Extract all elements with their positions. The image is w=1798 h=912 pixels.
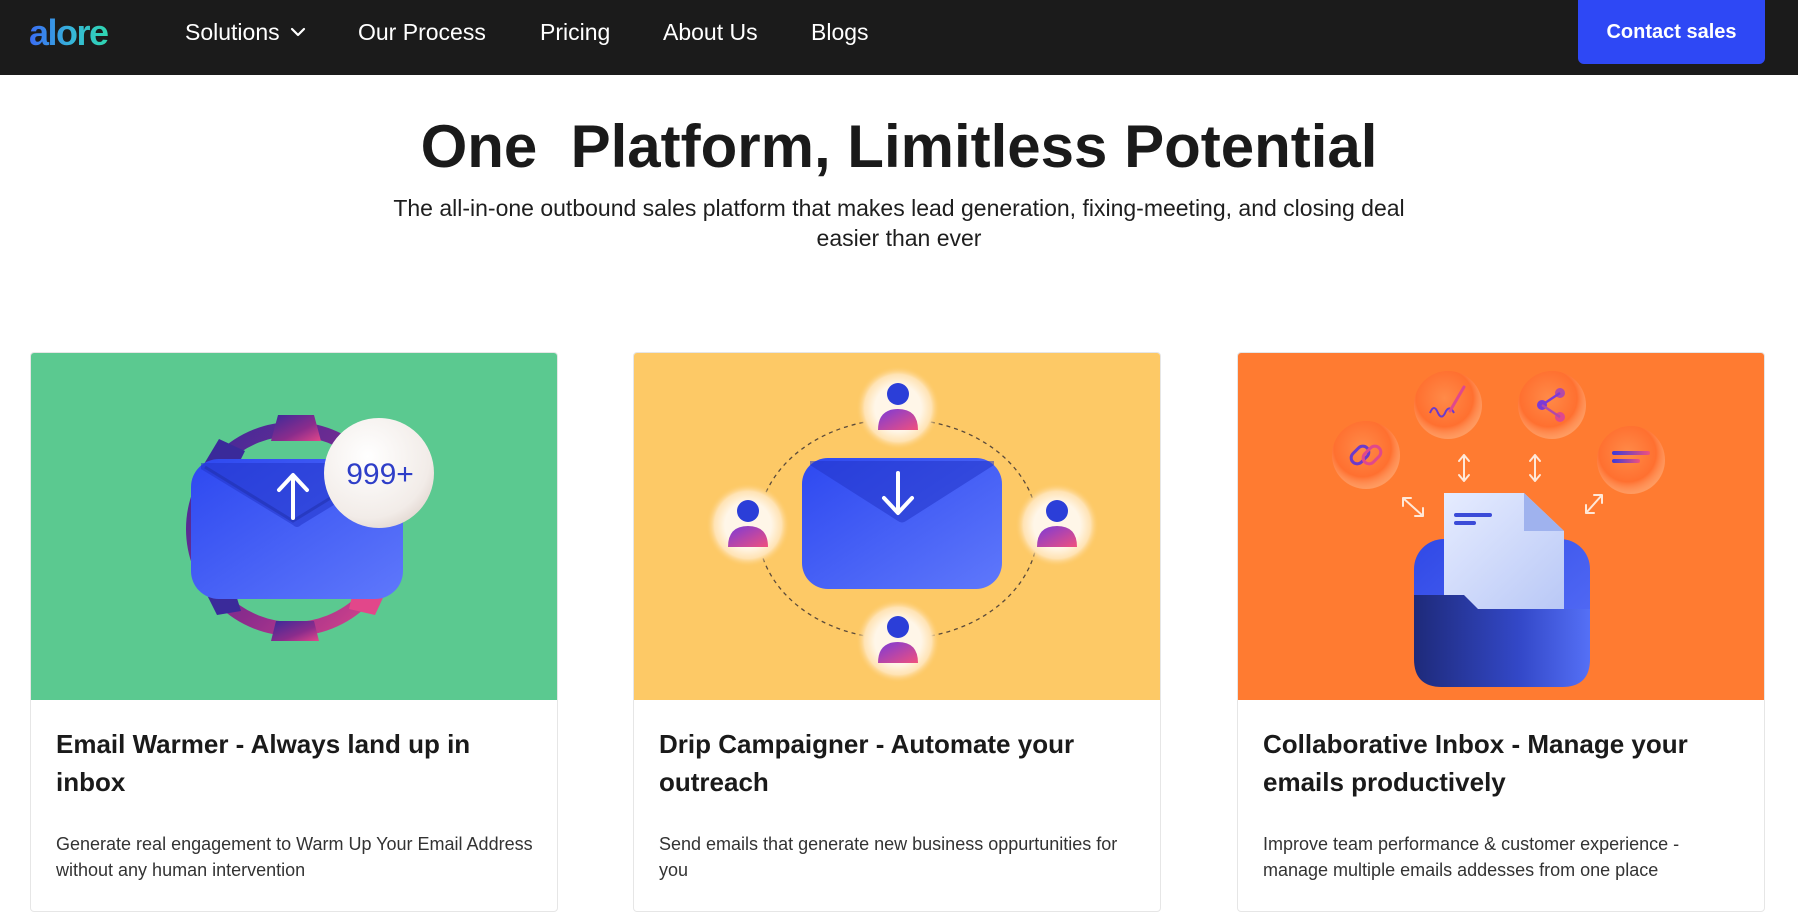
card-title: Email Warmer - Always land up in inbox [56, 729, 471, 797]
nav-solutions[interactable]: Solutions [185, 17, 306, 47]
nav-our-process[interactable]: Our Process [358, 17, 486, 47]
email-warmer-illustration: 999+ [31, 353, 557, 700]
card-title: Collaborative Inbox - Manage your emails… [1263, 729, 1688, 797]
message-lines-icon [1597, 426, 1665, 494]
share-icon [1518, 371, 1586, 439]
top-navbar: alore Solutions Our Process Pricing Abou… [0, 0, 1798, 75]
feature-card-drip-campaigner[interactable]: Drip Campaigner - Automate your outreach… [633, 352, 1161, 912]
shared-folder-inbox-icon [1332, 371, 1665, 687]
card-description: Generate real engagement to Warm Up Your… [56, 834, 533, 880]
card-description: Improve team performance & customer expe… [1263, 834, 1680, 880]
collaborative-inbox-illustration [1238, 353, 1764, 700]
person-avatar-top [856, 366, 940, 450]
card-description: Send emails that generate new business o… [659, 834, 1118, 880]
nav-blogs[interactable]: Blogs [811, 17, 869, 47]
notification-count-badge: 999+ [346, 458, 414, 491]
feature-card-email-warmer[interactable]: 999+ Email Warmer - Always land up in in… [30, 352, 558, 912]
nav-pricing[interactable]: Pricing [540, 17, 610, 47]
person-avatar-right [1015, 483, 1099, 567]
drip-campaigner-illustration [634, 353, 1160, 700]
email-upload-gear-icon: 999+ [186, 415, 434, 641]
alore-logo[interactable]: alore [29, 12, 109, 54]
feature-card-collaborative-inbox[interactable]: Collaborative Inbox - Manage your emails… [1237, 352, 1765, 912]
chevron-down-icon [290, 27, 306, 37]
page-title: One Platform, Limitless Potential [420, 113, 1378, 180]
person-avatar-left [706, 483, 790, 567]
page-subtitle: The all-in-one outbound sales platform t… [393, 195, 1405, 251]
link-icon [1332, 421, 1400, 489]
signature-pen-icon [1414, 371, 1482, 439]
nav-solutions-label: Solutions [185, 18, 280, 45]
person-avatar-bottom [856, 599, 940, 683]
contact-sales-button[interactable]: Contact sales [1578, 0, 1765, 64]
nav-about-us[interactable]: About Us [663, 17, 758, 47]
card-title: Drip Campaigner - Automate your outreach [659, 729, 1075, 797]
email-download-people-icon [706, 366, 1099, 683]
